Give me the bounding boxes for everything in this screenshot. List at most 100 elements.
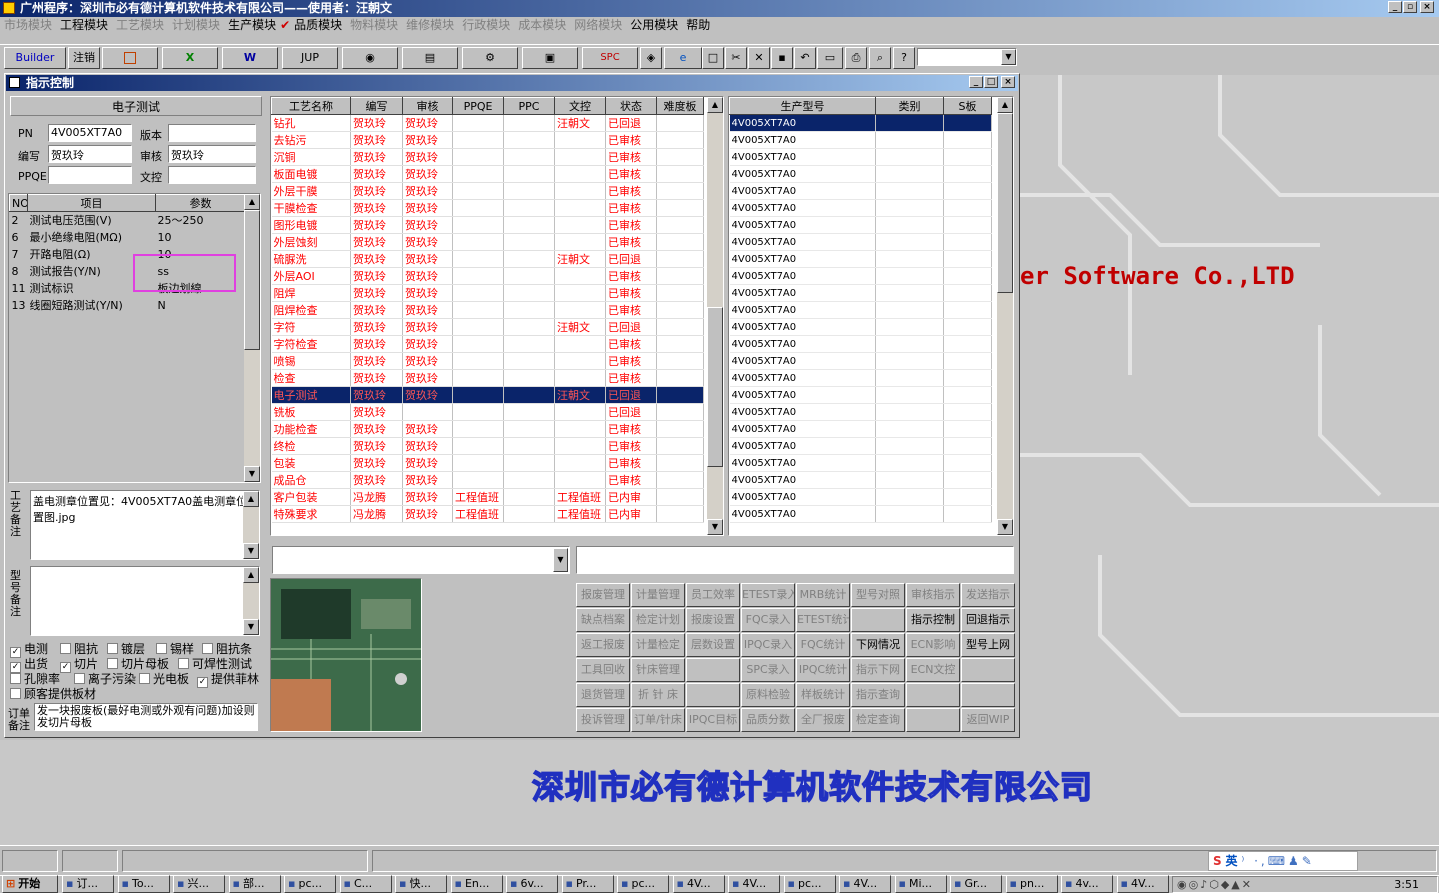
start-button[interactable]: ⊞ 开始 [2, 875, 58, 893]
close-button[interactable]: × [1420, 1, 1434, 13]
builder-button[interactable]: Builder [4, 47, 66, 69]
models-row[interactable]: 4V005XT7A0 [729, 386, 992, 404]
logout-button[interactable]: 注销 [68, 47, 100, 69]
params-header-value[interactable]: 参数 [155, 194, 246, 212]
version-field[interactable] [168, 124, 256, 142]
process-row[interactable]: 电子测试 贺玖玲 贺玖玲 汪朝文 已回退 [271, 386, 704, 404]
checkbox-box[interactable] [202, 643, 213, 654]
menu-item-7[interactable]: 维修模块 [402, 17, 458, 34]
function-button[interactable]: 回退指示 [961, 608, 1015, 632]
models-row[interactable]: 4V005XT7A0 [729, 437, 992, 455]
scroll-down-icon[interactable]: ▼ [997, 519, 1013, 535]
taskbar-item[interactable]: ▪ 4V... [672, 875, 725, 893]
eye-icon[interactable]: ◉ [342, 47, 398, 69]
scroll-thumb[interactable] [244, 210, 260, 350]
function-button[interactable]: 工具回收 [576, 658, 630, 682]
params-row[interactable]: 13 线圈短路测试(Y/N) N [10, 297, 246, 314]
function-button[interactable] [906, 708, 960, 732]
scroll-thumb[interactable] [997, 113, 1013, 293]
function-button[interactable] [686, 658, 740, 682]
function-button[interactable]: 计量管理 [631, 583, 685, 607]
models-header-1[interactable]: 类别 [875, 97, 944, 115]
checkbox-box[interactable] [10, 688, 21, 699]
database-icon[interactable]: ▤ [402, 47, 458, 69]
models-row[interactable]: 4V005XT7A0 [729, 216, 992, 234]
function-button[interactable]: 型号上网 [961, 633, 1015, 657]
cut-icon[interactable]: ✂ [725, 47, 747, 69]
preview-icon[interactable]: ▭ [817, 47, 843, 69]
models-row[interactable]: 4V005XT7A0 [729, 318, 992, 336]
function-button[interactable]: 层数设置 [686, 633, 740, 657]
models-row[interactable]: 4V005XT7A0 [729, 182, 992, 200]
scroll-thumb[interactable] [707, 307, 723, 467]
taskbar-item[interactable]: ▪ 订... [62, 875, 114, 893]
models-row[interactable]: 4V005XT7A0 [729, 488, 992, 506]
process-header-6[interactable]: 状态 [605, 97, 657, 115]
delete-icon[interactable]: ✕ [748, 47, 770, 69]
module-icon-1[interactable] [102, 47, 158, 69]
function-button[interactable]: IPQC录入 [741, 633, 795, 657]
taskbar-item[interactable]: ▪ 4v... [1061, 875, 1113, 893]
models-header-0[interactable]: 生产型号 [729, 97, 876, 115]
window-minimize-button[interactable]: _ [969, 76, 983, 88]
menu-item-12[interactable]: 帮助 [682, 17, 714, 34]
checkbox-box[interactable]: ✓ [60, 662, 71, 673]
function-button[interactable]: 全厂报废 [796, 708, 850, 732]
menu-item-1[interactable]: 工程模块 [56, 17, 112, 34]
function-button[interactable]: 检定查询 [851, 708, 905, 732]
models-row[interactable]: 4V005XT7A0 [729, 267, 992, 285]
menu-item-2[interactable]: 工艺模块 [112, 17, 168, 34]
function-button[interactable] [906, 683, 960, 707]
process-row[interactable]: 去钻污 贺玖玲 贺玖玲 已审核 [271, 131, 704, 149]
restore-button[interactable]: ▫ [1403, 1, 1417, 13]
function-button[interactable]: MRB统计 [796, 583, 850, 607]
function-button[interactable]: 员工效率 [686, 583, 740, 607]
params-row[interactable]: 6 最小绝缘电阻(MΩ) 10 [10, 229, 246, 246]
params-scrollbar[interactable]: ▲ ▼ [244, 194, 260, 482]
process-row[interactable]: 包装 贺玖玲 贺玖玲 已审核 [271, 454, 704, 472]
models-row[interactable]: 4V005XT7A0 [729, 250, 992, 268]
taskbar-item[interactable]: ▪ Pr... [561, 875, 614, 893]
excel-icon[interactable]: X [162, 47, 218, 69]
process-row[interactable]: 阻焊 贺玖玲 贺玖玲 已审核 [271, 284, 704, 302]
process-note-scrollbar[interactable]: ▲ ▼ [243, 491, 259, 559]
function-button[interactable]: 返工报废 [576, 633, 630, 657]
review-field[interactable]: 贺玖玲 [168, 145, 256, 163]
models-row[interactable]: 4V005XT7A0 [729, 454, 992, 472]
computer-icon[interactable]: ▣ [522, 47, 578, 69]
process-row[interactable]: 检查 贺玖玲 贺玖玲 已审核 [271, 369, 704, 387]
function-button[interactable]: 审核指示 [906, 583, 960, 607]
models-row[interactable]: 4V005XT7A0 [729, 369, 992, 387]
function-button[interactable]: 折 针 床 [631, 683, 685, 707]
process-row[interactable]: 阻焊检查 贺玖玲 贺玖玲 已审核 [271, 301, 704, 319]
function-button[interactable]: 报废管理 [576, 583, 630, 607]
function-button[interactable] [961, 683, 1015, 707]
menu-item-6[interactable]: 物料模块 [346, 17, 402, 34]
process-row[interactable]: 板面电镀 贺玖玲 贺玖玲 已审核 [271, 165, 704, 183]
control-field[interactable] [168, 166, 256, 184]
taskbar-item[interactable]: ▪ Mi... [894, 875, 947, 893]
function-button[interactable]: ECN文控 [906, 658, 960, 682]
toolbar-combo[interactable]: ▼ [917, 48, 1017, 66]
process-header-2[interactable]: 审核 [402, 97, 453, 115]
function-button[interactable]: 指示查询 [851, 683, 905, 707]
ppqe-field[interactable] [48, 166, 132, 184]
params-row[interactable]: 2 测试电压范围(V) 25～250 [10, 212, 246, 229]
function-button[interactable]: IPQC目标 [686, 708, 740, 732]
taskbar-item[interactable]: ▪ 4V... [1116, 875, 1169, 893]
models-scrollbar[interactable]: ▲ ▼ [997, 97, 1013, 535]
taskbar-item[interactable]: ▪ 4V... [839, 875, 891, 893]
models-row[interactable]: 4V005XT7A0 [729, 403, 992, 421]
word-icon[interactable]: W [222, 47, 278, 69]
taskbar-item[interactable]: ▪ pc... [284, 875, 336, 893]
find-icon[interactable]: ⌕ [869, 47, 891, 69]
function-button[interactable]: IPQC统计 [796, 658, 850, 682]
window-close-button[interactable]: × [1001, 76, 1015, 88]
scroll-down-icon[interactable]: ▼ [244, 466, 260, 482]
models-row[interactable]: 4V005XT7A0 [729, 233, 992, 251]
process-header-4[interactable]: PPC [503, 97, 555, 115]
chevron-down-icon[interactable]: ▼ [1001, 49, 1016, 65]
spc-button[interactable]: SPC [582, 47, 638, 69]
process-row[interactable]: 图形电镀 贺玖玲 贺玖玲 已审核 [271, 216, 704, 234]
process-row[interactable]: 客户包装 冯龙腾 贺玖玲 工程值班 工程值班 已内审 [271, 488, 704, 506]
